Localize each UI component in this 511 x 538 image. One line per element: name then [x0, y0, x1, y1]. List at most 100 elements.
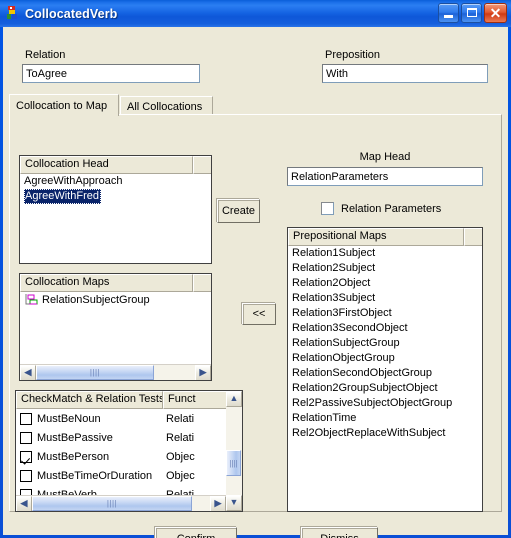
- tab-all-collocations[interactable]: All Collocations: [120, 96, 213, 115]
- list-item[interactable]: Relation3Subject: [288, 291, 482, 306]
- close-icon: ✕: [489, 5, 502, 21]
- move-left-button[interactable]: <<: [242, 303, 276, 325]
- confirm-button[interactable]: Confirm: [155, 527, 237, 538]
- scroll-down-icon[interactable]: ▼: [226, 495, 242, 511]
- list-item[interactable]: RelationSubjectGroup: [288, 336, 482, 351]
- list-item[interactable]: RelationSubjectGroup: [20, 292, 211, 308]
- relation-label: Relation: [25, 49, 66, 61]
- checkbox-mustbepassive[interactable]: [20, 431, 32, 444]
- list-item[interactable]: RelationSecondObjectGroup: [288, 366, 482, 381]
- prepositional-maps-item-7: RelationObjectGroup: [292, 352, 395, 364]
- prepositional-maps-item-2: Relation2Object: [292, 277, 371, 289]
- collocation-maps-item-0: RelationSubjectGroup: [42, 293, 150, 306]
- checkmatch-func-1: Relati: [166, 431, 195, 444]
- scroll-thumb[interactable]: ||||: [36, 365, 154, 380]
- prepositional-maps-header: Prepositional Maps: [288, 228, 482, 246]
- table-row[interactable]: MustBeTimeOrDuration Objec: [16, 466, 242, 485]
- list-item[interactable]: RelationObjectGroup: [288, 351, 482, 366]
- checkmatch-func-3: Objec: [166, 469, 195, 482]
- checkmatch-name-0: MustBeNoun: [37, 412, 101, 425]
- map-head-label: Map Head: [359, 151, 411, 163]
- list-item[interactable]: Relation3FirstObject: [288, 306, 482, 321]
- relation-parameters-label: Relation Parameters: [341, 202, 442, 215]
- title-bar: CollocatedVerb ✕: [0, 0, 511, 27]
- collocation-maps-hscrollbar[interactable]: ◀ |||| ▶: [20, 364, 211, 380]
- relation-parameters-checkbox[interactable]: Relation Parameters: [321, 202, 441, 215]
- prepositional-maps-list[interactable]: Prepositional Maps Relation1Subject Rela…: [287, 227, 483, 512]
- scroll-left-icon[interactable]: ◀: [16, 495, 32, 511]
- maximize-icon: [467, 8, 477, 17]
- list-item[interactable]: Rel2PassiveSubjectObjectGroup: [288, 396, 482, 411]
- list-item[interactable]: Relation2Subject: [288, 261, 482, 276]
- scroll-up-icon[interactable]: ▲: [226, 391, 242, 407]
- preposition-input[interactable]: With: [322, 64, 488, 83]
- list-item[interactable]: Relation1Subject: [288, 246, 482, 261]
- checkmatch-func-2: Objec: [166, 450, 195, 463]
- prepositional-maps-item-1: Relation2Subject: [292, 262, 376, 274]
- list-item[interactable]: AgreeWithFred: [20, 189, 211, 204]
- checkmatch-column-tests[interactable]: CheckMatch & Relation Tests: [16, 391, 163, 409]
- prepositional-maps-item-12: Rel2ObjectReplaceWithSubject: [292, 427, 446, 439]
- collocation-maps-column[interactable]: Collocation Maps: [20, 274, 193, 292]
- collocation-head-item-1: AgreeWithFred: [24, 189, 101, 204]
- relation-input[interactable]: ToAgree: [22, 64, 200, 83]
- list-item[interactable]: Rel2ObjectReplaceWithSubject: [288, 426, 482, 441]
- list-item[interactable]: RelationTime: [288, 411, 482, 426]
- prepositional-maps-column-spacer[interactable]: [464, 228, 482, 246]
- list-item[interactable]: Relation2GroupSubjectObject: [288, 381, 482, 396]
- collocation-head-column-spacer[interactable]: [193, 156, 211, 174]
- minimize-button[interactable]: [438, 3, 459, 23]
- checkmatch-name-1: MustBePassive: [37, 431, 113, 444]
- collocation-head-list[interactable]: Collocation Head AgreeWithApproach Agree…: [19, 155, 212, 264]
- checkmatch-vscrollbar[interactable]: ▲ |||| ▼: [226, 391, 242, 511]
- prepositional-maps-item-5: Relation3SecondObject: [292, 322, 408, 334]
- window-controls: ✕: [438, 3, 507, 23]
- prepositional-maps-item-11: RelationTime: [292, 412, 357, 424]
- collocation-maps-body: RelationSubjectGroup: [20, 292, 211, 364]
- list-item[interactable]: AgreeWithApproach: [20, 174, 211, 189]
- checkmatch-hscrollbar[interactable]: ◀ |||| ▶: [16, 495, 226, 511]
- checkbox-mustbetimeorduration[interactable]: [20, 469, 32, 482]
- prepositional-maps-item-6: RelationSubjectGroup: [292, 337, 400, 349]
- list-item[interactable]: Relation3SecondObject: [288, 321, 482, 336]
- checkmatch-list[interactable]: CheckMatch & Relation Tests Funct MustBe…: [15, 390, 243, 512]
- collocation-maps-column-spacer[interactable]: [193, 274, 211, 292]
- prepositional-maps-item-9: Relation2GroupSubjectObject: [292, 382, 438, 394]
- table-row[interactable]: MustBePerson Objec: [16, 447, 242, 466]
- checkmatch-header: CheckMatch & Relation Tests Funct: [16, 391, 242, 409]
- scroll-track-lower[interactable]: [226, 476, 242, 495]
- close-button[interactable]: ✕: [484, 3, 507, 23]
- app-icon: [4, 5, 21, 22]
- collocation-head-column[interactable]: Collocation Head: [20, 156, 193, 174]
- checkbox-mustbeperson[interactable]: [20, 450, 32, 463]
- tree-node-icon: [24, 293, 40, 307]
- scroll-track-upper[interactable]: [226, 407, 242, 450]
- application-window: CollocatedVerb ✕ Relation ToAgree Prepos…: [0, 0, 511, 538]
- dismiss-button[interactable]: Dismiss: [301, 527, 378, 538]
- checkbox-icon: [321, 202, 334, 215]
- scroll-track[interactable]: [154, 365, 195, 380]
- scroll-right-icon[interactable]: ▶: [195, 364, 211, 380]
- checkmatch-name-2: MustBePerson: [37, 450, 110, 463]
- scroll-right-icon[interactable]: ▶: [210, 495, 226, 511]
- table-row[interactable]: MustBePassive Relati: [16, 428, 242, 447]
- maximize-button[interactable]: [461, 3, 482, 23]
- prepositional-maps-item-10: Rel2PassiveSubjectObjectGroup: [292, 397, 453, 409]
- tab-strip: Collocation to Map All Collocations: [9, 94, 502, 116]
- prepositional-maps-column[interactable]: Prepositional Maps: [288, 228, 464, 246]
- checkmatch-func-0: Relati: [166, 412, 195, 425]
- scroll-left-icon[interactable]: ◀: [20, 364, 36, 380]
- checkbox-mustbenoun[interactable]: [20, 412, 32, 425]
- list-item[interactable]: Relation2Object: [288, 276, 482, 291]
- checkmatch-column-function[interactable]: Funct: [163, 391, 228, 409]
- tab-collocation-to-map[interactable]: Collocation to Map: [9, 94, 119, 116]
- map-head-input[interactable]: RelationParameters: [287, 167, 483, 186]
- window-title: CollocatedVerb: [25, 6, 118, 21]
- scroll-track[interactable]: [192, 496, 210, 511]
- create-button[interactable]: Create: [217, 199, 260, 223]
- scroll-thumb[interactable]: ||||: [226, 450, 241, 476]
- collocation-maps-list[interactable]: Collocation Maps RelationSubjectGroup ◀ …: [19, 273, 212, 381]
- table-row[interactable]: MustBeNoun Relati: [16, 409, 242, 428]
- scroll-thumb[interactable]: ||||: [32, 496, 192, 511]
- prepositional-maps-item-0: Relation1Subject: [292, 247, 376, 259]
